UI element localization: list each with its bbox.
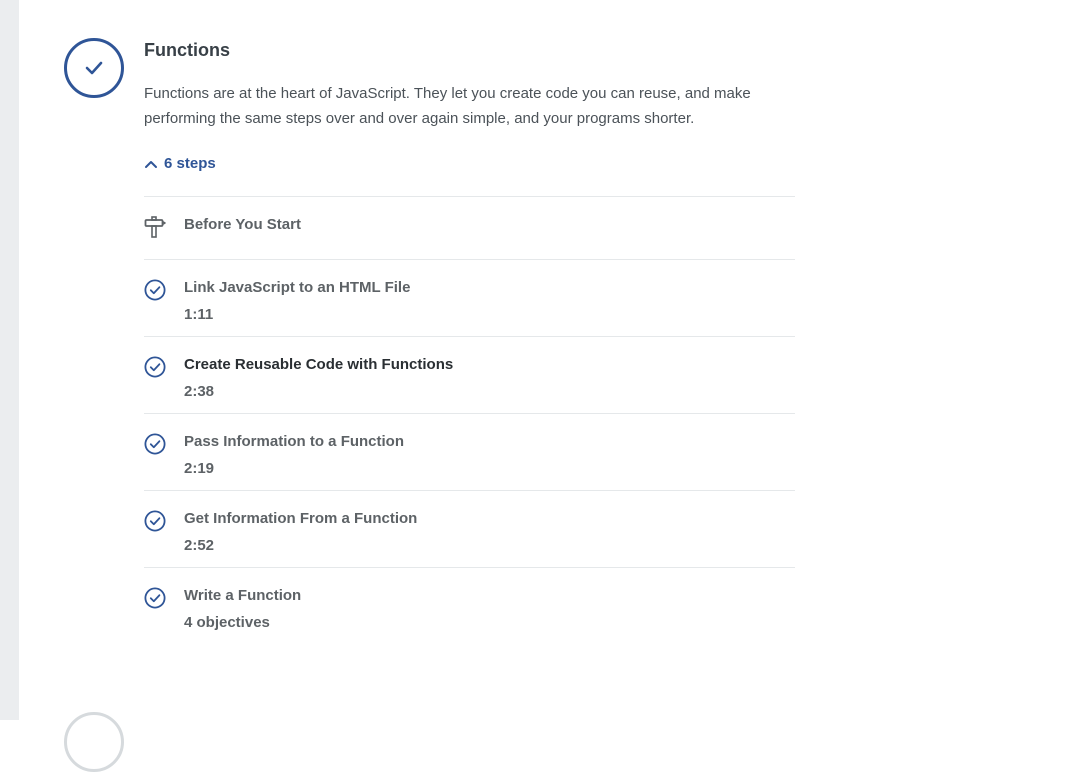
next-stage-badge [64, 712, 124, 772]
step-text: Pass Information to a Function 2:19 [184, 432, 404, 479]
step-text: Create Reusable Code with Functions 2:38 [184, 355, 453, 402]
stage-complete-badge [64, 38, 124, 98]
step-pass-information[interactable]: Pass Information to a Function 2:19 [144, 414, 795, 491]
check-circle-icon [144, 433, 166, 455]
check-circle-icon [144, 510, 166, 532]
step-link-javascript[interactable]: Link JavaScript to an HTML File 1:11 [144, 260, 795, 337]
step-title: Create Reusable Code with Functions [184, 356, 454, 373]
check-circle-icon [144, 587, 166, 609]
step-duration: 2:52 [184, 537, 215, 554]
stage-content: Functions Functions are at the heart of … [144, 38, 795, 645]
stage-description: Functions are at the heart of JavaScript… [144, 85, 751, 127]
step-title: Before You Start [184, 216, 301, 233]
steps-toggle-button[interactable]: 6 steps [144, 155, 216, 173]
checkmark-icon [85, 61, 103, 75]
step-objectives: 4 objectives [184, 614, 270, 631]
chevron-up-icon [145, 161, 157, 168]
step-text: Before You Start [184, 215, 301, 235]
check-circle-icon [144, 356, 166, 378]
step-text: Get Information From a Function 2:52 [184, 509, 417, 556]
steps-list: Before You Start Link JavaScript to an H… [144, 196, 795, 645]
signpost-icon [144, 216, 166, 238]
step-create-reusable-code[interactable]: Create Reusable Code with Functions 2:38 [144, 337, 795, 414]
stage-title: Functions [144, 40, 230, 60]
step-title: Pass Information to a Function [184, 433, 405, 450]
step-duration: 2:19 [184, 460, 215, 477]
step-write-a-function[interactable]: Write a Function 4 objectives [144, 568, 795, 645]
step-before-you-start[interactable]: Before You Start [144, 197, 795, 260]
steps-toggle-label: 6 steps [164, 155, 216, 172]
step-title: Write a Function [184, 587, 302, 604]
step-text: Write a Function 4 objectives [184, 586, 301, 633]
step-title: Link JavaScript to an HTML File [184, 279, 411, 296]
step-duration: 1:11 [184, 306, 214, 323]
step-text: Link JavaScript to an HTML File 1:11 [184, 278, 410, 325]
check-circle-icon [144, 279, 166, 301]
step-title: Get Information From a Function [184, 510, 418, 527]
step-duration: 2:38 [184, 383, 215, 400]
left-rail [0, 0, 19, 720]
step-get-information[interactable]: Get Information From a Function 2:52 [144, 491, 795, 568]
